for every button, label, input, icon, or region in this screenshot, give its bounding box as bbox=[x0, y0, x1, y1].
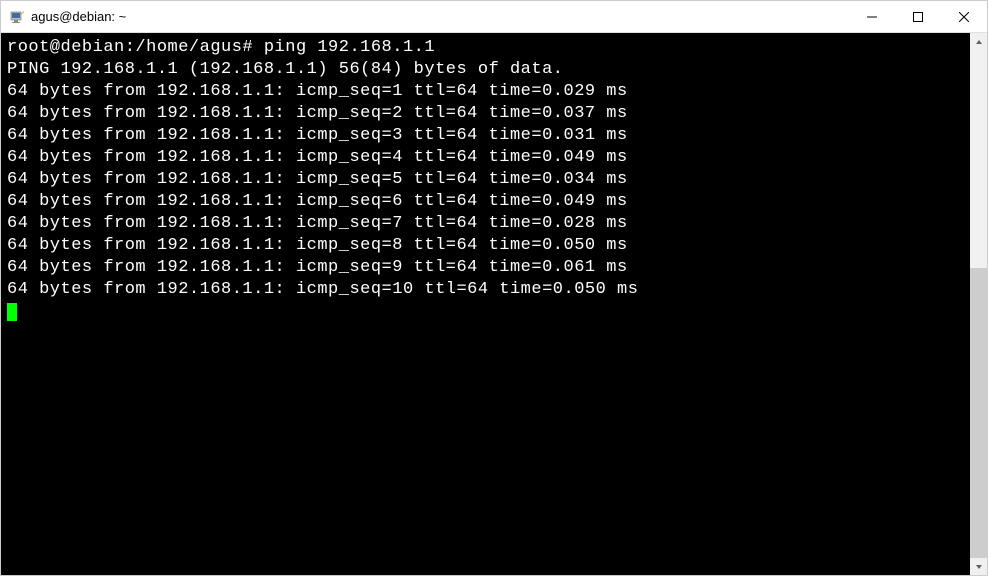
prompt-line: root@debian:/home/agus# ping 192.168.1.1 bbox=[7, 37, 970, 59]
putty-icon bbox=[9, 9, 25, 25]
terminal[interactable]: root@debian:/home/agus# ping 192.168.1.1… bbox=[1, 33, 970, 575]
scroll-thumb[interactable] bbox=[970, 268, 987, 558]
ping-reply-line: 64 bytes from 192.168.1.1: icmp_seq=4 tt… bbox=[7, 147, 970, 169]
close-button[interactable] bbox=[941, 1, 987, 33]
putty-window: agus@debian: ~ root@debian:/home/agus# p… bbox=[0, 0, 988, 576]
body-area: root@debian:/home/agus# ping 192.168.1.1… bbox=[1, 33, 987, 575]
ping-reply-line: 64 bytes from 192.168.1.1: icmp_seq=10 t… bbox=[7, 279, 970, 301]
cursor-line bbox=[7, 301, 970, 323]
window-controls bbox=[849, 1, 987, 32]
ping-reply-line: 64 bytes from 192.168.1.1: icmp_seq=3 tt… bbox=[7, 125, 970, 147]
scrollbar[interactable] bbox=[970, 33, 987, 575]
titlebar[interactable]: agus@debian: ~ bbox=[1, 1, 987, 33]
ping-reply-line: 64 bytes from 192.168.1.1: icmp_seq=6 tt… bbox=[7, 191, 970, 213]
scroll-down-button[interactable] bbox=[970, 558, 987, 575]
scroll-track[interactable] bbox=[970, 50, 987, 558]
maximize-button[interactable] bbox=[895, 1, 941, 33]
ping-reply-line: 64 bytes from 192.168.1.1: icmp_seq=8 tt… bbox=[7, 235, 970, 257]
minimize-button[interactable] bbox=[849, 1, 895, 33]
ping-reply-line: 64 bytes from 192.168.1.1: icmp_seq=7 tt… bbox=[7, 213, 970, 235]
ping-reply-line: 64 bytes from 192.168.1.1: icmp_seq=9 tt… bbox=[7, 257, 970, 279]
ping-reply-line: 64 bytes from 192.168.1.1: icmp_seq=5 tt… bbox=[7, 169, 970, 191]
scroll-up-button[interactable] bbox=[970, 33, 987, 50]
ping-reply-line: 64 bytes from 192.168.1.1: icmp_seq=2 tt… bbox=[7, 103, 970, 125]
window-title: agus@debian: ~ bbox=[31, 9, 849, 24]
ping-header-line: PING 192.168.1.1 (192.168.1.1) 56(84) by… bbox=[7, 59, 970, 81]
terminal-cursor bbox=[7, 303, 17, 321]
ping-reply-line: 64 bytes from 192.168.1.1: icmp_seq=1 tt… bbox=[7, 81, 970, 103]
